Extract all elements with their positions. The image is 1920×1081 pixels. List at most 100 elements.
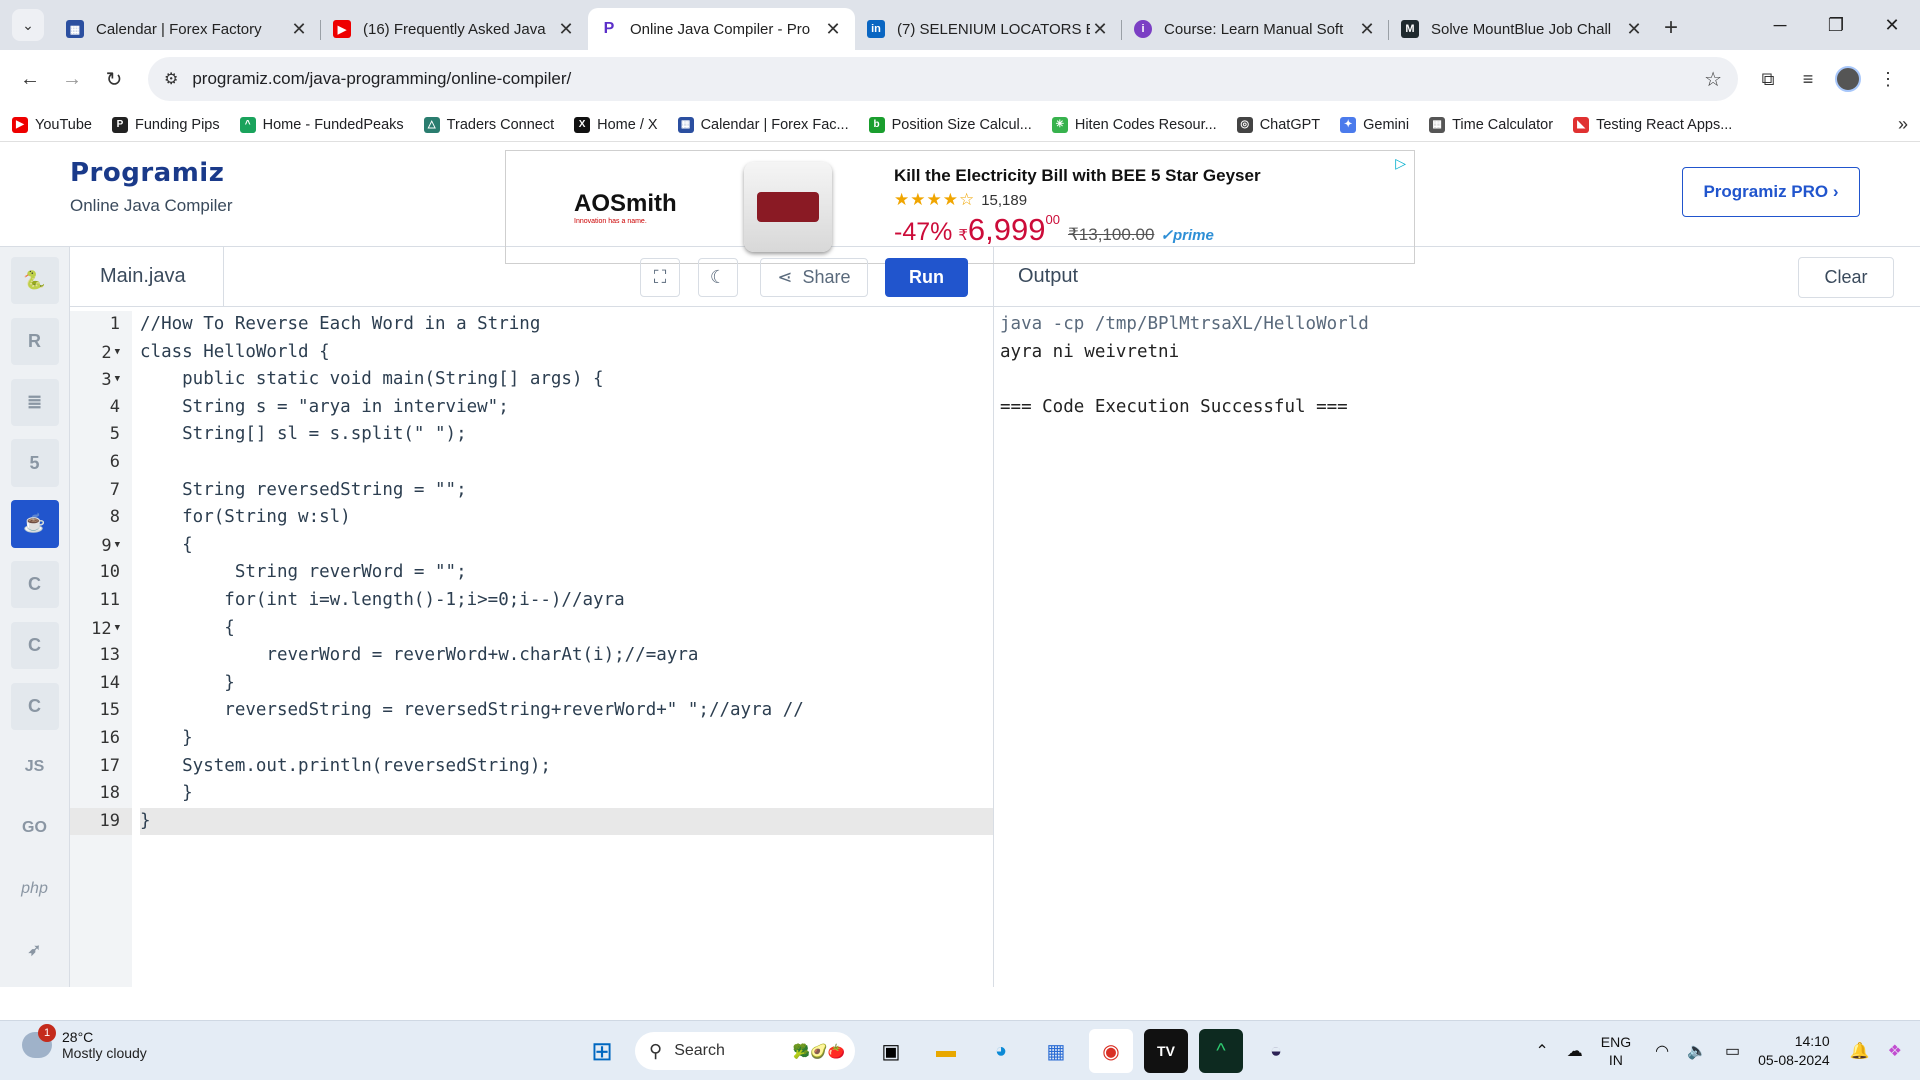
- weather-condition: Mostly cloudy: [62, 1045, 147, 1061]
- restore-icon[interactable]: ❐: [1808, 0, 1864, 50]
- close-window-icon[interactable]: ✕: [1864, 0, 1920, 50]
- tab-close-icon[interactable]: ✕: [1357, 19, 1377, 40]
- tab-search-chevron-icon[interactable]: ⌄: [12, 9, 44, 41]
- extensions-icon[interactable]: ⧉: [1748, 59, 1788, 99]
- programiz-logo[interactable]: Programiz Online Java Compiler: [70, 158, 233, 216]
- chevron-up-icon[interactable]: ⌃: [1535, 1041, 1548, 1061]
- copilot-icon[interactable]: ❖: [1888, 1041, 1902, 1061]
- clear-button[interactable]: Clear: [1798, 257, 1894, 298]
- tab-close-icon[interactable]: ✕: [289, 19, 309, 40]
- adchoices-icon[interactable]: ▷: [1395, 155, 1406, 172]
- php-icon[interactable]: php: [11, 865, 59, 912]
- code-line: {: [140, 534, 193, 555]
- chatgpt-icon: ◎: [1236, 116, 1253, 133]
- bookmark-item[interactable]: P Funding Pips: [111, 116, 220, 133]
- language-sidebar: 🐍 R ≣ 5 ☕ C C C JS GO php ➶: [0, 247, 70, 987]
- file-tab-main-java[interactable]: Main.java: [70, 246, 224, 307]
- bookmark-item[interactable]: X Home / X: [574, 116, 658, 133]
- browser-tab[interactable]: in (7) SELENIUM LOCATORS E ✕: [855, 8, 1122, 50]
- bookmark-item[interactable]: ✳ Hiten Codes Resour...: [1051, 116, 1217, 133]
- javascript-icon[interactable]: JS: [11, 744, 59, 791]
- fullscreen-icon[interactable]: ⛶: [640, 258, 680, 297]
- url-text[interactable]: programiz.com/java-programming/online-co…: [192, 69, 1704, 89]
- browser-tab[interactable]: i Course: Learn Manual Soft ✕: [1122, 8, 1389, 50]
- reload-icon[interactable]: ↻: [96, 61, 132, 97]
- programiz-pro-button[interactable]: Programiz PRO ›: [1682, 167, 1860, 217]
- code-line-current: }: [140, 807, 993, 836]
- chrome-icon[interactable]: ◉: [1089, 1029, 1133, 1073]
- address-bar[interactable]: ⚙ programiz.com/java-programming/online-…: [148, 57, 1738, 101]
- weather-widget[interactable]: 1 28°C Mostly cloudy: [22, 1024, 147, 1061]
- bookmark-item[interactable]: ◣ Testing React Apps...: [1573, 116, 1732, 133]
- c-icon[interactable]: C: [10, 561, 59, 609]
- minimize-icon[interactable]: ─: [1752, 0, 1808, 50]
- share-button[interactable]: ⋖ Share: [760, 258, 868, 297]
- fundedpeaks-app-icon[interactable]: ^: [1199, 1029, 1243, 1073]
- fundingpips-icon: P: [111, 116, 128, 133]
- eclipse-icon[interactable]: ◒: [1254, 1029, 1298, 1073]
- clock[interactable]: 14:10 05-08-2024: [1758, 1032, 1830, 1070]
- volume-icon[interactable]: 🔈: [1687, 1041, 1707, 1061]
- menu-icon[interactable]: ⋮: [1868, 59, 1908, 99]
- tab-title: (7) SELENIUM LOCATORS E: [897, 20, 1090, 38]
- battery-icon[interactable]: ▭: [1725, 1041, 1740, 1061]
- bookmark-item[interactable]: ^ Home - FundedPeaks: [239, 116, 404, 133]
- task-view-icon[interactable]: ▣: [869, 1029, 913, 1073]
- bookmark-item[interactable]: ▶ YouTube: [12, 116, 92, 133]
- code-lines[interactable]: //How To Reverse Each Word in a String c…: [132, 311, 993, 987]
- profile-avatar[interactable]: [1828, 59, 1868, 99]
- forward-icon[interactable]: →: [54, 61, 90, 97]
- input-language[interactable]: ENG IN: [1601, 1033, 1631, 1069]
- onedrive-icon[interactable]: ☁: [1567, 1041, 1583, 1061]
- notification-badge: 1: [38, 1024, 56, 1042]
- tab-close-icon[interactable]: ✕: [556, 19, 576, 40]
- bookmark-star-icon[interactable]: ☆: [1704, 67, 1722, 92]
- share-icon: ⋖: [777, 267, 793, 287]
- code-line: {: [140, 617, 235, 638]
- bookmark-item[interactable]: ◎ ChatGPT: [1236, 116, 1320, 133]
- code-area[interactable]: 1 2 ▼ 3 ▼ 4 5 6 7 8 9 ▼ 10 11 12 ▼ 13 14 15 …: [70, 307, 993, 987]
- r-icon[interactable]: R: [10, 317, 59, 366]
- taskbar-search[interactable]: ⚲ Search 🥦🥑🍅: [635, 1032, 855, 1070]
- tab-strip: ⌄ ▦ Calendar | Forex Factory ✕ ▶ (16) Fr…: [0, 0, 1920, 50]
- output-title: Output: [1018, 265, 1079, 287]
- bookmark-item[interactable]: ▦ Time Calculator: [1429, 116, 1553, 133]
- new-tab-icon[interactable]: +: [1664, 14, 1678, 42]
- tab-close-icon[interactable]: ✕: [1624, 19, 1644, 40]
- media-controls-icon[interactable]: ≡: [1788, 59, 1828, 99]
- bookmark-item[interactable]: ▦ Calendar | Forex Fac...: [677, 116, 849, 133]
- java-icon[interactable]: ☕: [10, 500, 59, 548]
- code-line: System.out.println(reversedString);: [140, 755, 551, 776]
- csharp-icon[interactable]: C: [10, 682, 59, 731]
- tradingview-icon[interactable]: TV: [1144, 1029, 1188, 1073]
- bookmark-item[interactable]: b Position Size Calcul...: [868, 116, 1032, 133]
- go-icon[interactable]: GO: [11, 804, 59, 851]
- search-highlight-icon: 🥦🥑🍅: [792, 1042, 845, 1059]
- edge-icon[interactable]: ◕: [979, 1029, 1023, 1073]
- dark-mode-icon[interactable]: ☾: [698, 258, 738, 297]
- browser-tab[interactable]: M Solve MountBlue Job Chall ✕: [1389, 8, 1656, 50]
- notifications-bell-icon[interactable]: 🔔: [1850, 1041, 1870, 1061]
- run-button[interactable]: Run: [885, 258, 968, 297]
- site-info-icon[interactable]: ⚙: [164, 69, 178, 89]
- output-console[interactable]: java -cp /tmp/BPlMtrsaXL/HelloWorld ayra…: [994, 307, 1920, 421]
- tab-close-icon[interactable]: ✕: [823, 19, 843, 40]
- back-icon[interactable]: ←: [12, 61, 48, 97]
- store-icon[interactable]: ▦: [1034, 1029, 1078, 1073]
- file-explorer-icon[interactable]: ▬: [924, 1029, 968, 1073]
- wifi-icon[interactable]: ◠: [1655, 1041, 1669, 1061]
- browser-tab-active[interactable]: P Online Java Compiler - Pro ✕: [588, 8, 855, 50]
- python-icon[interactable]: 🐍: [10, 257, 59, 305]
- html-icon[interactable]: 5: [10, 439, 59, 487]
- more-bookmarks-icon[interactable]: »: [1898, 114, 1908, 135]
- cpp-icon[interactable]: C: [10, 621, 59, 670]
- windows-start-icon[interactable]: ⊞: [580, 1029, 624, 1073]
- sql-database-icon[interactable]: ≣: [10, 378, 59, 426]
- browser-tab[interactable]: ▦ Calendar | Forex Factory ✕: [54, 8, 321, 50]
- browser-tab[interactable]: ▶ (16) Frequently Asked Java ✕: [321, 8, 588, 50]
- bookmark-item[interactable]: △ Traders Connect: [423, 116, 554, 133]
- bookmark-item[interactable]: ✦ Gemini: [1340, 116, 1409, 133]
- editor-toolbar: Main.java ⛶ ☾ ⋖ Share Run: [70, 246, 993, 307]
- tab-close-icon[interactable]: ✕: [1090, 19, 1110, 40]
- swift-icon[interactable]: ➶: [11, 926, 59, 973]
